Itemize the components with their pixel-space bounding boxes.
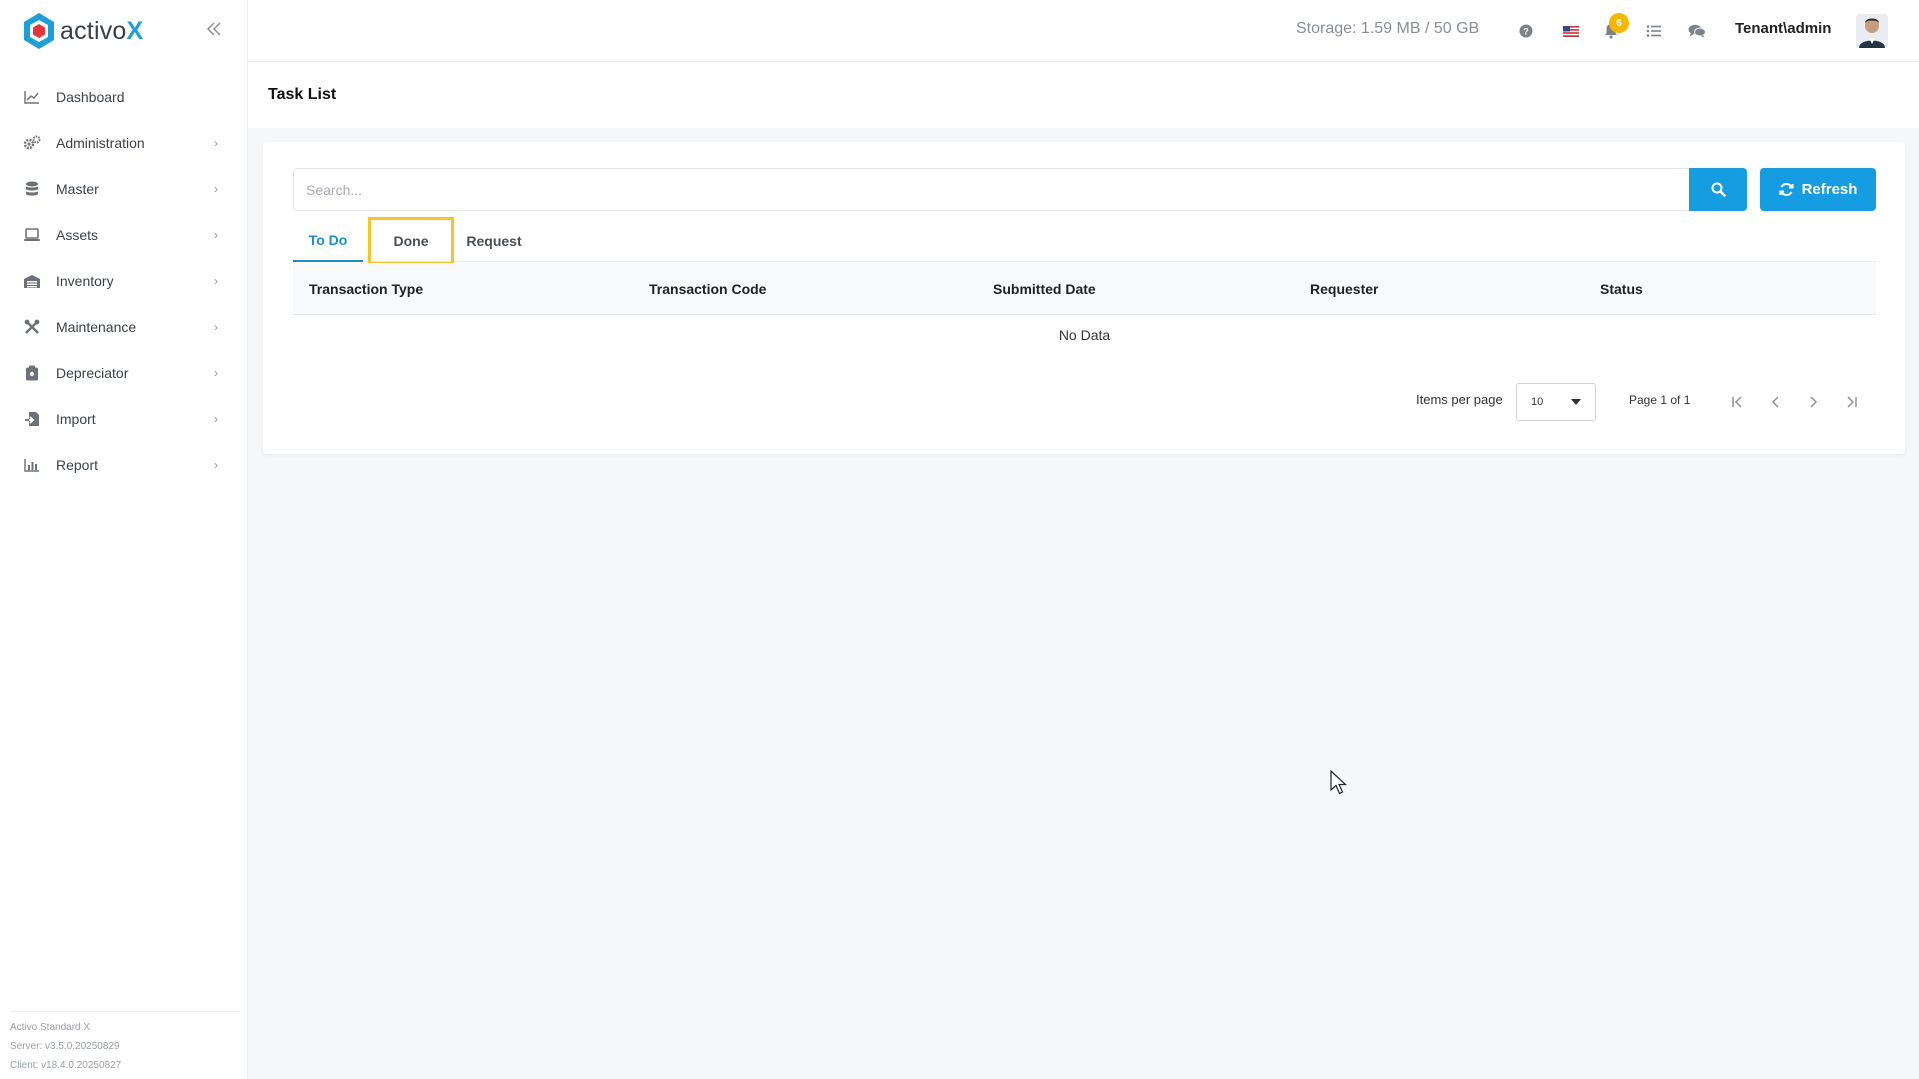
chevron-right-icon: › (214, 412, 218, 426)
brand[interactable]: activoX (0, 0, 247, 62)
clipboard-icon (22, 364, 42, 382)
mouse-cursor-icon (1330, 770, 1348, 795)
tab-to-do[interactable]: To Do (293, 220, 363, 262)
sidebar-item-label: Master (56, 181, 99, 197)
chat-icon[interactable] (1686, 20, 1708, 42)
sidebar-item-import[interactable]: Import › (0, 396, 247, 442)
search-input[interactable] (293, 168, 1689, 211)
chevron-right-icon: › (214, 274, 218, 288)
user-name[interactable]: Tenant\admin (1735, 20, 1831, 37)
refresh-button[interactable]: Refresh (1760, 168, 1876, 211)
items-per-page-value: 10 (1531, 396, 1544, 408)
page-title: Task List (268, 86, 337, 103)
task-list-icon[interactable] (1643, 20, 1665, 42)
help-icon[interactable]: ? (1515, 20, 1537, 42)
sidebar-item-label: Dashboard (56, 89, 125, 105)
chevron-right-icon: › (214, 228, 218, 242)
gears-icon (22, 134, 42, 152)
previous-page-icon[interactable] (1762, 388, 1790, 416)
chevron-right-icon: › (214, 320, 218, 334)
tab-label: To Do (308, 232, 348, 248)
chevron-right-icon: › (214, 366, 218, 380)
task-list-card: Refresh To Do Done Request Transaction T… (263, 142, 1905, 454)
chart-bar-icon (22, 456, 42, 474)
items-per-page-select[interactable]: 10 (1516, 383, 1596, 421)
empty-table-message: No Data (1058, 327, 1111, 343)
storage-usage: Storage: 1.59 MB / 50 GB (1296, 20, 1480, 37)
laptop-icon (22, 226, 42, 244)
page-indicator: Page 1 of 1 (1629, 393, 1691, 407)
client-version: Client: v18.4.0.20250827 (10, 1060, 122, 1071)
database-icon (22, 180, 42, 198)
collapse-sidebar-icon[interactable] (204, 18, 224, 40)
column-requester[interactable]: Requester (1310, 281, 1378, 297)
chart-line-icon (22, 88, 42, 106)
caret-down-icon (1571, 399, 1581, 405)
activo-logo-icon (24, 13, 54, 49)
tools-icon (22, 318, 42, 336)
us-flag-icon[interactable] (1560, 20, 1582, 42)
search-button[interactable] (1689, 168, 1747, 211)
brand-name: activoX (60, 16, 144, 45)
sidebar-item-dashboard[interactable]: Dashboard (0, 74, 247, 120)
task-tabs: To Do Done Request (293, 217, 1876, 265)
notification-badge: 6 (1609, 13, 1629, 33)
sidebar-item-inventory[interactable]: Inventory › (0, 258, 247, 304)
tab-done[interactable]: Done (368, 217, 454, 265)
sidebar: activoX Dashboard Administration › Maste… (0, 0, 248, 1079)
column-status[interactable]: Status (1600, 281, 1643, 297)
chevron-right-icon: › (214, 136, 218, 150)
warehouse-icon (22, 272, 42, 290)
svg-text:?: ? (1523, 27, 1529, 37)
tab-label: Request (466, 233, 522, 249)
product-name: Activo Standard X (10, 1022, 91, 1033)
items-per-page-label: Items per page (1416, 392, 1503, 407)
server-version: Server: v3.5.0.20250829 (10, 1041, 120, 1052)
chevron-right-icon: › (214, 458, 218, 472)
next-page-icon[interactable] (1799, 388, 1827, 416)
tab-request[interactable]: Request (453, 220, 535, 262)
last-page-icon[interactable] (1837, 388, 1865, 416)
page-header: Task List (248, 62, 1919, 128)
sidebar-nav: Dashboard Administration › Master › Asse… (0, 74, 247, 488)
sidebar-item-assets[interactable]: Assets › (0, 212, 247, 258)
sidebar-item-label: Depreciator (56, 365, 129, 381)
column-transaction-code[interactable]: Transaction Code (649, 281, 766, 297)
sidebar-item-label: Administration (56, 135, 145, 151)
file-import-icon (22, 410, 42, 428)
sidebar-item-label: Import (56, 411, 96, 427)
sidebar-item-label: Maintenance (56, 319, 137, 335)
sidebar-item-report[interactable]: Report › (0, 442, 247, 488)
sidebar-item-administration[interactable]: Administration › (0, 120, 247, 166)
refresh-label: Refresh (1801, 181, 1858, 198)
sidebar-item-maintenance[interactable]: Maintenance › (0, 304, 247, 350)
topbar: Storage: 1.59 MB / 50 GB ? 6 Tenant\admi… (248, 0, 1919, 62)
version-info: Activo Standard X Server: v3.5.0.2025082… (10, 1011, 240, 1079)
sync-icon (1779, 183, 1794, 196)
sidebar-item-label: Inventory (56, 273, 114, 289)
column-transaction-type[interactable]: Transaction Type (309, 281, 423, 297)
search-icon (1711, 182, 1726, 197)
first-page-icon[interactable] (1724, 388, 1752, 416)
avatar[interactable] (1856, 14, 1888, 48)
column-submitted-date[interactable]: Submitted Date (993, 281, 1096, 297)
chevron-right-icon: › (214, 182, 218, 196)
sidebar-item-depreciator[interactable]: Depreciator › (0, 350, 247, 396)
sidebar-item-master[interactable]: Master › (0, 166, 247, 212)
tab-label: Done (393, 233, 429, 249)
table-header: Transaction Type Transaction Code Submit… (293, 263, 1876, 315)
sidebar-item-label: Assets (56, 227, 99, 243)
sidebar-item-label: Report (56, 457, 99, 473)
